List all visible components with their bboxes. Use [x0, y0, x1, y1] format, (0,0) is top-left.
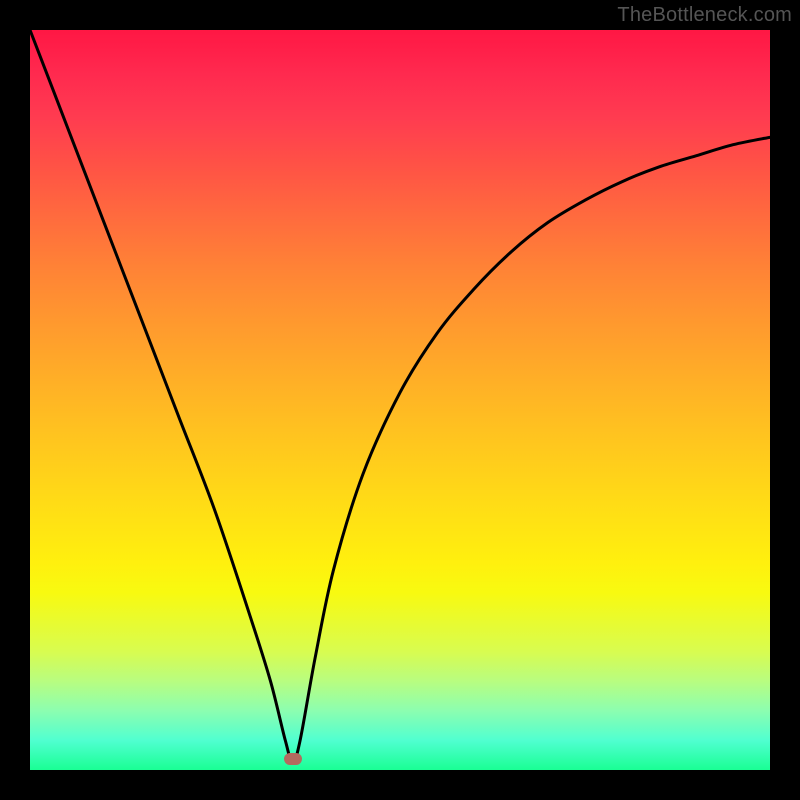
plot-area [30, 30, 770, 770]
curve-svg [30, 30, 770, 770]
chart-frame: TheBottleneck.com [0, 0, 800, 800]
min-marker [284, 753, 302, 765]
bottleneck-curve-path [30, 30, 770, 763]
watermark-text: TheBottleneck.com [617, 4, 792, 27]
